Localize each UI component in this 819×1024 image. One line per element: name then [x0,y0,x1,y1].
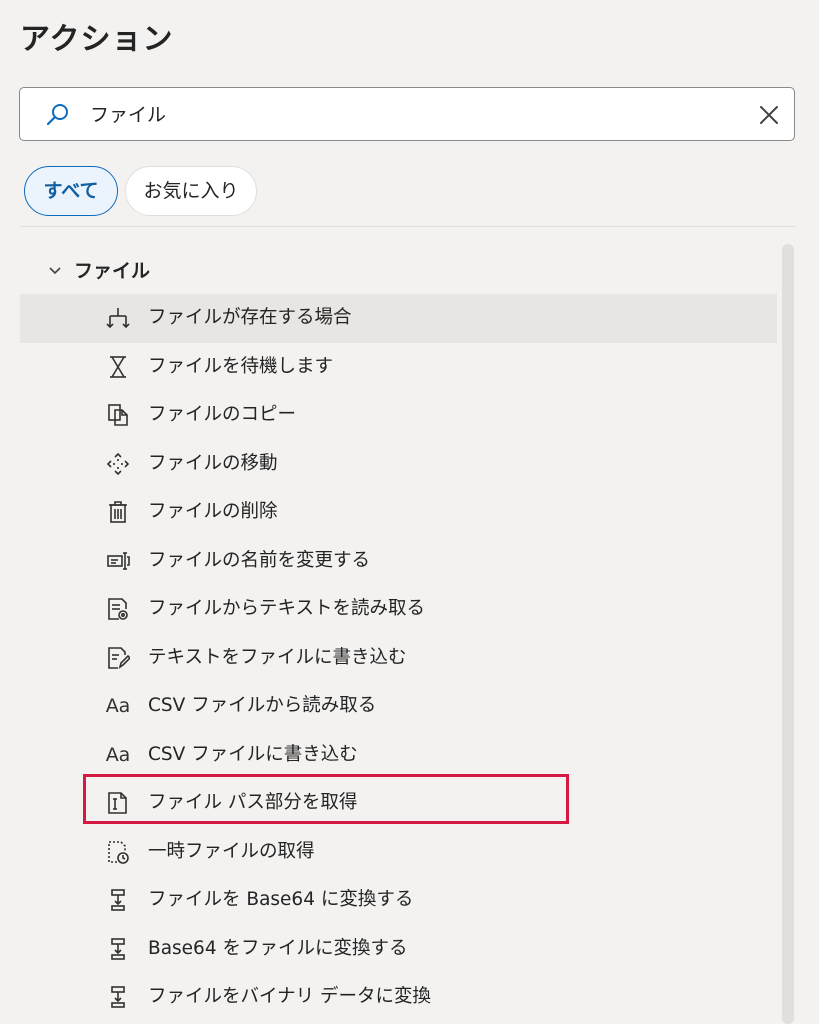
rename-icon [106,549,130,573]
action-label: テキストをファイルに書き込む [148,646,407,668]
action-item-file-to-base64[interactable]: ファイルを Base64 に変換する [20,876,777,925]
convert-icon [106,937,130,961]
action-item-write-csv[interactable]: Aa CSV ファイルに書き込む [20,731,777,780]
scrollbar[interactable] [782,244,794,1024]
action-item-copy-file[interactable]: ファイルのコピー [20,391,777,440]
hourglass-icon [106,355,130,379]
copy-icon [106,403,130,427]
action-item-rename-file[interactable]: ファイルの名前を変更する [20,537,777,586]
action-item-write-text-to-file[interactable]: テキストをファイルに書き込む [20,634,777,683]
font-icon: Aa [105,695,131,717]
action-label: ファイルの名前を変更する [148,549,371,571]
action-item-move-file[interactable]: ファイルの移動 [20,440,777,489]
action-label: CSV ファイルから読み取る [148,695,377,716]
search-box[interactable]: ファイル [19,87,795,141]
group-label: ファイル [74,260,151,282]
group-header-file[interactable]: ファイル [48,252,150,290]
action-label: ファイルからテキストを読み取る [148,598,425,619]
move-icon [106,452,130,476]
branch-icon [106,306,130,330]
action-label: ファイルをバイナリ データに変換 [148,986,432,1007]
action-item-read-text-from-file[interactable]: ファイルからテキストを読み取る [20,585,777,634]
action-item-if-file-exists[interactable]: ファイルが存在する場合 [20,294,777,343]
temp-file-icon [106,840,130,864]
action-item-wait-for-file[interactable]: ファイルを待機します [20,343,777,392]
close-icon[interactable] [758,104,780,130]
action-label: CSV ファイルに書き込む [148,743,358,765]
search-icon [46,103,70,131]
trash-icon [106,500,130,524]
divider [20,226,796,227]
action-label: ファイルを Base64 に変換する [148,889,414,910]
panel-title: アクション [20,22,174,57]
action-list: ファイルが存在する場合 ファイルを待機します ファイルのコピー ファイルの移動 … [20,294,777,1022]
convert-icon [106,888,130,912]
action-item-get-temp-file[interactable]: 一時ファイルの取得 [20,828,777,877]
action-label: Base64 をファイルに変換する [148,937,408,959]
chevron-down-icon [48,251,62,289]
search-input[interactable]: ファイル [90,88,166,142]
write-text-icon [106,646,130,670]
action-item-file-to-binary[interactable]: ファイルをバイナリ データに変換 [20,973,777,1022]
action-item-delete-file[interactable]: ファイルの削除 [20,488,777,537]
highlight-box [83,774,569,824]
action-item-base64-to-file[interactable]: Base64 をファイルに変換する [20,925,777,974]
action-label: ファイルの削除 [148,501,278,522]
action-label: ファイルが存在する場合 [148,307,352,328]
convert-icon [106,985,130,1009]
action-label: ファイルの移動 [148,452,278,474]
filter-all-button[interactable]: すべて [24,166,118,216]
action-label: ファイルのコピー [148,404,297,425]
read-text-icon [106,597,130,621]
action-label: ファイルを待機します [148,355,334,377]
action-item-read-csv[interactable]: Aa CSV ファイルから読み取る [20,682,777,731]
filter-favorites-button[interactable]: お気に入り [125,166,257,216]
font-icon: Aa [105,743,131,766]
action-label: 一時ファイルの取得 [148,840,315,862]
